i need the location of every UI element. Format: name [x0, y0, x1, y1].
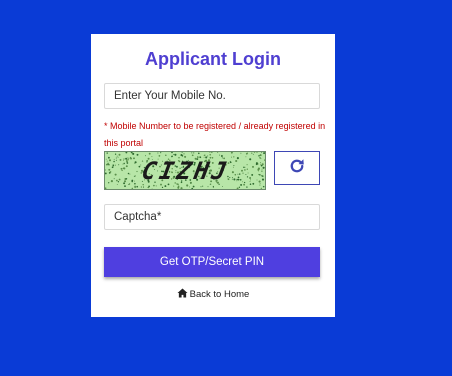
home-icon [177, 288, 190, 301]
back-to-home-link[interactable]: Back to Home [91, 288, 335, 301]
get-otp-button[interactable]: Get OTP/Secret PIN [104, 247, 320, 277]
captcha-image: CIZHJ [104, 151, 266, 190]
back-to-home-label: Back to Home [189, 289, 250, 300]
login-title: Applicant Login [145, 49, 281, 69]
mobile-note: * Mobile Number to be registered / alrea… [104, 121, 326, 148]
login-card: Applicant Login * Mobile Number to be re… [91, 34, 335, 317]
captcha-text: CIZHJ [140, 157, 232, 185]
captcha-input[interactable] [104, 204, 320, 230]
refresh-captcha-button[interactable] [274, 151, 320, 185]
refresh-icon [288, 157, 306, 180]
mobile-number-input[interactable] [104, 83, 320, 109]
